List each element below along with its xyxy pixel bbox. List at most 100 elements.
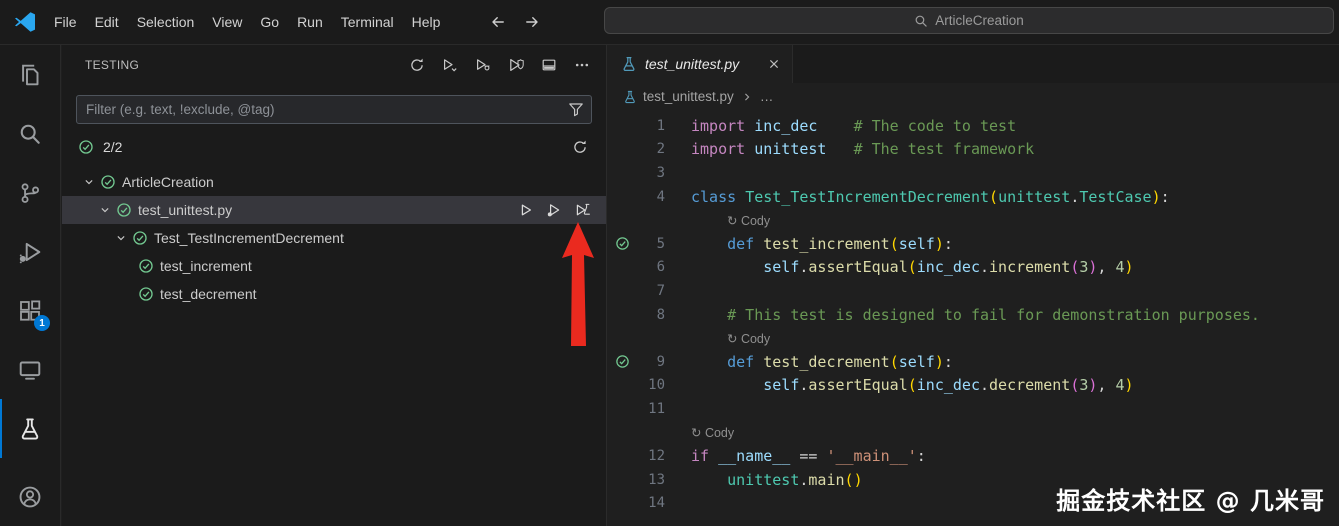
menu-item-help[interactable]: Help xyxy=(403,9,450,35)
code-line-text: def test_decrement(self): xyxy=(727,352,953,371)
tab-close-button[interactable] xyxy=(764,54,784,74)
code-row[interactable]: 3 xyxy=(607,161,1339,185)
pass-icon xyxy=(117,203,131,217)
menu-item-terminal[interactable]: Terminal xyxy=(332,9,403,35)
activity-remote-explorer[interactable] xyxy=(0,340,60,399)
vscode-window: File Edit Selection View Go Run Terminal Help A… xyxy=(0,0,1339,526)
history-nav xyxy=(487,11,543,33)
breadcrumb: test_unittest.py … xyxy=(607,83,1339,110)
source-control-icon xyxy=(21,182,40,203)
code-row[interactable]: 9 def test_decrement(self): xyxy=(607,350,1339,374)
codelens-row[interactable]: ↻ Cody xyxy=(607,421,1339,445)
run-coverage-icon xyxy=(510,58,524,72)
breadcrumb-separator-wrap xyxy=(740,90,754,104)
activity-bar: 1 xyxy=(0,45,61,526)
run-tests-with-coverage-button[interactable] xyxy=(506,55,526,75)
code-row[interactable]: 1 import inc_dec # The code to test xyxy=(607,114,1339,138)
pass-icon xyxy=(139,259,153,273)
gutter-glyph[interactable] xyxy=(607,236,637,251)
gutter-glyph[interactable] xyxy=(607,354,637,369)
test-status-pass xyxy=(138,258,154,274)
activity-explorer[interactable] xyxy=(0,45,60,104)
pass-icon xyxy=(615,355,629,368)
activity-bottom xyxy=(0,467,60,526)
breadcrumb-file[interactable]: test_unittest.py xyxy=(643,89,734,104)
activity-extensions[interactable]: 1 xyxy=(0,281,60,340)
go-forward-button[interactable] xyxy=(521,11,543,33)
pass-icon xyxy=(79,140,93,154)
activity-source-control[interactable] xyxy=(0,163,60,222)
run-with-coverage-button[interactable] xyxy=(573,200,593,220)
line-number: 2 xyxy=(656,141,665,158)
code-line-text: # This test is designed to fail for demo… xyxy=(727,305,1260,324)
filter-icon-button[interactable] xyxy=(568,101,584,117)
activity-top: 1 xyxy=(0,45,60,458)
code-row[interactable]: 8 # This test is designed to fail for de… xyxy=(607,303,1339,327)
vscode-logo xyxy=(13,10,37,34)
menu-item-run[interactable]: Run xyxy=(288,9,332,35)
test-tree-item[interactable]: test_unittest.py xyxy=(62,196,606,224)
tab-bar: test_unittest.py xyxy=(607,45,1339,83)
menu-item-file[interactable]: File xyxy=(45,9,86,35)
chevron-down-icon xyxy=(117,236,125,241)
test-tree-item[interactable]: test_decrement xyxy=(62,280,606,308)
test-results-row: 2/2 xyxy=(62,132,606,162)
menu-item-view[interactable]: View xyxy=(203,9,251,35)
tree-expand-toggle[interactable] xyxy=(98,202,114,218)
activity-testing[interactable] xyxy=(0,399,60,458)
show-output-button[interactable] xyxy=(539,55,559,75)
pass-icon xyxy=(133,231,147,245)
codelens-row[interactable]: ↻ Cody xyxy=(607,208,1339,232)
code-row[interactable]: 5 def test_increment(self): xyxy=(607,232,1339,256)
beaker-icon xyxy=(625,90,635,103)
tab-test-unittest[interactable]: test_unittest.py xyxy=(607,45,793,83)
activity-run-and-debug[interactable] xyxy=(0,222,60,281)
codelens-label[interactable]: ↻ Cody xyxy=(665,213,770,228)
debug-test-button[interactable] xyxy=(544,200,564,220)
code-row[interactable]: 4 class Test_TestIncrementDecrement(unitt… xyxy=(607,185,1339,209)
code-row[interactable]: 10 self.assertEqual(inc_dec.decrement(3)… xyxy=(607,374,1339,398)
test-filter-input[interactable] xyxy=(76,95,592,124)
line-number: 6 xyxy=(656,259,665,276)
code-row[interactable]: 6 self.assertEqual(inc_dec.increment(3),… xyxy=(607,256,1339,280)
coverage-icon xyxy=(576,203,590,216)
command-center-search[interactable]: ArticleCreation xyxy=(604,7,1334,34)
debug-tests-button[interactable] xyxy=(473,55,493,75)
rerun-last-run-button[interactable] xyxy=(570,137,590,157)
run-debug-icon xyxy=(19,242,41,264)
tree-expand-toggle[interactable] xyxy=(82,174,98,190)
explorer-icon xyxy=(22,64,39,85)
code-row[interactable]: 7 xyxy=(607,279,1339,303)
code-row[interactable]: 12 if __name__ == '__main__': xyxy=(607,444,1339,468)
breadcrumb-more[interactable]: … xyxy=(760,89,774,104)
menu-item-go[interactable]: Go xyxy=(251,9,288,35)
line-number: 11 xyxy=(648,400,665,417)
activity-search[interactable] xyxy=(0,104,60,163)
code-line-text: import inc_dec # The code to test xyxy=(691,116,1017,135)
activity-account[interactable] xyxy=(0,467,60,526)
test-tree-item[interactable]: test_increment xyxy=(62,252,606,280)
codelens-label[interactable]: ↻ Cody xyxy=(665,331,770,346)
line-number: 8 xyxy=(656,306,665,323)
test-tree-item[interactable]: ArticleCreation xyxy=(62,168,606,196)
code-row[interactable]: 11 xyxy=(607,397,1339,421)
tab-label: test_unittest.py xyxy=(645,56,740,72)
test-tree-item[interactable]: Test_TestIncrementDecrement xyxy=(62,224,606,252)
run-test-button[interactable] xyxy=(515,200,535,220)
codelens-row[interactable]: ↻ Cody xyxy=(607,326,1339,350)
tree-expand-toggle[interactable] xyxy=(114,230,130,246)
test-label: test_unittest.py xyxy=(138,202,233,218)
menu-item-selection[interactable]: Selection xyxy=(128,9,204,35)
editor-area: test_unittest.py test_unittest.py … 1 imp… xyxy=(606,45,1339,526)
play-icon xyxy=(521,204,532,216)
title-bar: File Edit Selection View Go Run Terminal Help A… xyxy=(0,0,1339,45)
run-tests-button[interactable] xyxy=(440,55,460,75)
refresh-tests-button[interactable] xyxy=(407,55,427,75)
code-line-text: unittest.main() xyxy=(727,470,863,489)
codelens-label[interactable]: ↻ Cody xyxy=(665,425,734,440)
menu-bar: File Edit Selection View Go Run Terminal Help xyxy=(45,9,449,35)
menu-item-edit[interactable]: Edit xyxy=(86,9,128,35)
code-row[interactable]: 2 import unittest # The test framework xyxy=(607,138,1339,162)
more-actions-button[interactable] xyxy=(572,55,592,75)
go-back-button[interactable] xyxy=(487,11,509,33)
